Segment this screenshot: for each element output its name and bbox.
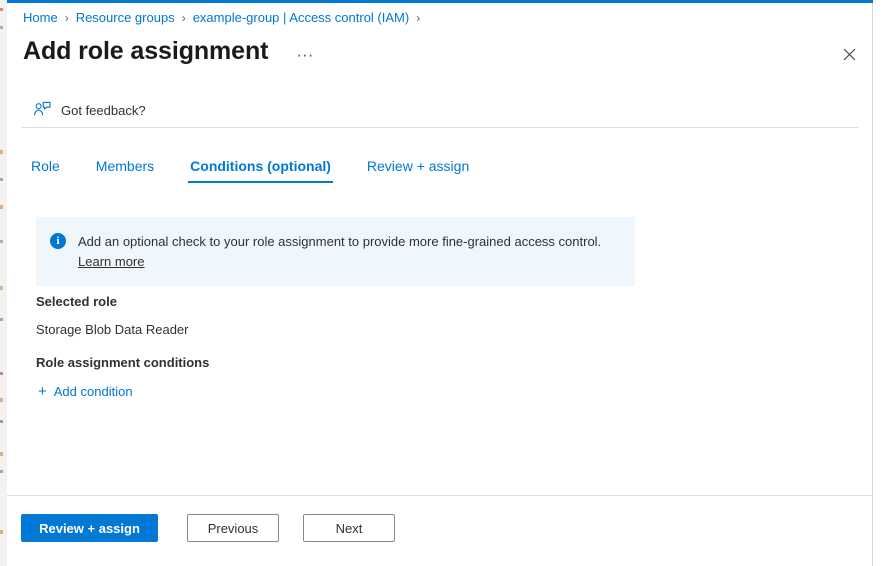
tab-role[interactable]: Role — [29, 156, 62, 183]
role-assignment-conditions-heading: Role assignment conditions — [36, 355, 210, 370]
got-feedback-label: Got feedback? — [61, 102, 146, 118]
breadcrumb-item-home[interactable]: Home — [23, 10, 58, 25]
background-content-flecks — [0, 0, 3, 566]
add-condition-button[interactable]: + Add condition — [36, 382, 135, 401]
info-banner-text: Add an optional check to your role assig… — [78, 232, 608, 272]
review-assign-button[interactable]: Review + assign — [21, 514, 158, 542]
tab-members[interactable]: Members — [94, 156, 156, 183]
learn-more-link[interactable]: Learn more — [78, 254, 144, 269]
add-condition-label: Add condition — [53, 384, 133, 399]
selected-role-heading: Selected role — [36, 294, 117, 309]
header-divider — [21, 127, 859, 128]
info-icon: i — [50, 233, 66, 249]
breadcrumb-separator-icon: › — [64, 10, 69, 25]
footer-divider — [7, 495, 873, 496]
feedback-person-icon — [34, 101, 51, 116]
breadcrumb: Home › Resource groups › example-group |… — [23, 10, 427, 25]
close-icon — [843, 48, 855, 60]
blade-top-accent-bar — [7, 0, 873, 3]
previous-button[interactable]: Previous — [187, 514, 279, 542]
background-page-sliver — [0, 0, 7, 566]
wizard-tabs: Role Members Conditions (optional) Revie… — [29, 156, 503, 183]
got-feedback-button[interactable]: Got feedback? — [29, 98, 150, 122]
close-blade-button[interactable] — [836, 41, 862, 67]
page-title: Add role assignment — [23, 37, 269, 65]
tab-conditions[interactable]: Conditions (optional) — [188, 156, 333, 183]
breadcrumb-item-resource-groups[interactable]: Resource groups — [76, 10, 175, 25]
more-actions-ellipsis-icon[interactable]: ··· — [290, 42, 319, 67]
breadcrumb-separator-icon: › — [181, 10, 186, 25]
breadcrumb-item-example-group-iam[interactable]: example-group | Access control (IAM) — [193, 10, 410, 25]
footer-actions: Review + assign Previous Next — [21, 514, 419, 542]
tab-review-assign[interactable]: Review + assign — [365, 156, 471, 183]
add-role-assignment-blade: Home › Resource groups › example-group |… — [7, 0, 873, 566]
info-banner: i Add an optional check to your role ass… — [36, 217, 635, 286]
next-button[interactable]: Next — [303, 514, 395, 542]
breadcrumb-separator-icon: › — [416, 10, 421, 25]
plus-icon: + — [38, 383, 47, 400]
selected-role-value: Storage Blob Data Reader — [36, 322, 189, 337]
blade-header: Add role assignment ··· — [23, 36, 319, 67]
info-banner-message: Add an optional check to your role assig… — [78, 234, 602, 249]
